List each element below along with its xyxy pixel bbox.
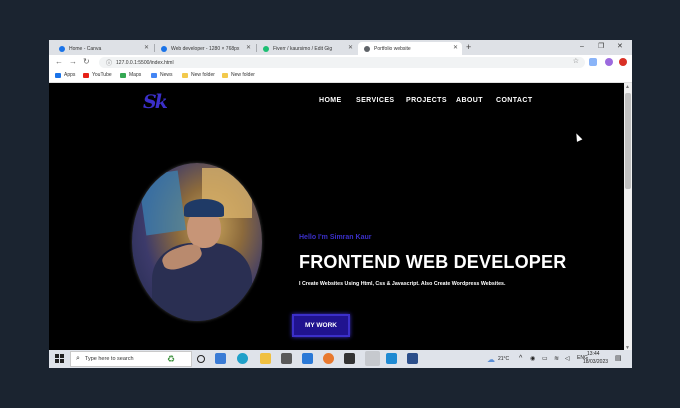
- maximize-icon[interactable]: ❐: [598, 42, 604, 52]
- firefox-icon[interactable]: [323, 353, 334, 364]
- back-icon[interactable]: ←: [55, 57, 63, 67]
- weather-cloud-icon[interactable]: ☁: [487, 355, 495, 364]
- address-bar: ← → ↻ ⓘ 127.0.0.1:5500/index.html ☆: [49, 55, 632, 70]
- new-tab-icon[interactable]: +: [466, 42, 471, 53]
- taskbar-search-input[interactable]: ⌕ Type here to search ♻: [70, 351, 192, 367]
- mail-icon[interactable]: [302, 353, 313, 364]
- close-tab-icon[interactable]: ✕: [246, 45, 251, 51]
- bookmark-apps[interactable]: Apps: [55, 72, 75, 78]
- close-tab-icon[interactable]: ✕: [348, 45, 353, 51]
- reload-icon[interactable]: ↻: [83, 57, 90, 67]
- bookmark-label: News: [160, 72, 173, 78]
- nav-home[interactable]: HOME: [319, 97, 342, 104]
- close-tab-icon[interactable]: ✕: [144, 45, 149, 51]
- info-icon[interactable]: ⓘ: [106, 58, 112, 67]
- notification-icon[interactable]: ▤: [615, 354, 622, 362]
- nav-about[interactable]: ABOUT: [456, 97, 483, 104]
- bookmark-label: YouTube: [92, 72, 112, 78]
- tab-bar: Home - Canva ✕ Web developer - 1280 × 76…: [49, 40, 632, 55]
- url-input[interactable]: ⓘ 127.0.0.1:5500/index.html ☆: [99, 57, 585, 68]
- nav-contact[interactable]: CONTACT: [496, 97, 533, 104]
- bookmark-star-icon[interactable]: ☆: [573, 57, 579, 65]
- site-logo[interactable]: Sk: [143, 91, 168, 113]
- store-icon[interactable]: [281, 353, 292, 364]
- bookmark-label: Apps: [64, 72, 76, 78]
- apps-grid-icon: [55, 72, 61, 78]
- tab-label: Portfolio website: [374, 45, 411, 52]
- volume-icon[interactable]: ◁: [565, 355, 570, 362]
- hero-subtitle: I Create Websites Using Html, Css & Java…: [299, 281, 506, 287]
- camera-icon[interactable]: [344, 353, 355, 364]
- battery-icon[interactable]: ▭: [542, 355, 548, 362]
- update-menu-icon[interactable]: [619, 58, 627, 66]
- mouse-cursor-icon: [573, 132, 583, 142]
- hero-headline: FRONTEND WEB DEVELOPER: [299, 252, 567, 272]
- youtube-icon: [83, 72, 89, 78]
- canva-favicon-icon: [59, 45, 65, 52]
- tab-label: Web developer - 1280 × 768px: [171, 45, 240, 52]
- maps-icon: [120, 72, 126, 78]
- bookmark-label: New folder: [191, 72, 215, 78]
- forward-icon[interactable]: →: [69, 57, 77, 67]
- bookmark-label: Maps: [129, 72, 142, 78]
- bookmark-youtube[interactable]: YouTube: [83, 72, 112, 78]
- file-explorer-icon[interactable]: [260, 353, 271, 364]
- profile-photo: [132, 163, 262, 321]
- search-icon: ⌕: [76, 355, 80, 362]
- close-window-icon[interactable]: ✕: [617, 42, 623, 52]
- tab-label: Home - Canva: [69, 45, 102, 52]
- wifi-icon[interactable]: ≋: [554, 355, 559, 362]
- tab-label: Fiverr / kaursimo / Edit Gig: [273, 45, 333, 52]
- page-scrollbar[interactable]: ▲ ▼: [624, 83, 632, 352]
- scroll-up-icon[interactable]: ▲: [625, 84, 630, 90]
- browser-window: Home - Canva ✕ Web developer - 1280 × 76…: [49, 40, 632, 352]
- media-icon[interactable]: [407, 353, 418, 364]
- weather-temp[interactable]: 21°C: [498, 356, 509, 362]
- windows-start-icon[interactable]: [55, 354, 65, 364]
- search-placeholder: Type here to search: [84, 356, 134, 362]
- hello-text: Hello I'm Simran Kaur: [299, 234, 372, 241]
- canva-favicon-icon: [161, 45, 167, 52]
- bookmark-label: New folder: [231, 72, 255, 78]
- bookmark-maps[interactable]: Maps: [120, 72, 141, 78]
- tab-fiverr[interactable]: Fiverr / kaursimo / Edit Gig ✕: [257, 42, 357, 55]
- tab-web-developer[interactable]: Web developer - 1280 × 768px ✕: [155, 42, 255, 55]
- task-view-icon[interactable]: [197, 355, 205, 363]
- minimize-icon[interactable]: –: [580, 42, 584, 52]
- url-text: 127.0.0.1:5500/index.html: [116, 59, 174, 66]
- folder-icon: [182, 72, 188, 78]
- news-icon: [151, 72, 157, 78]
- scroll-thumb[interactable]: [625, 93, 631, 189]
- chevron-up-icon[interactable]: ^: [519, 355, 522, 362]
- profile-avatar-icon[interactable]: [605, 58, 613, 66]
- nav-services[interactable]: SERVICES: [356, 97, 394, 104]
- nav-projects[interactable]: PROJECTS: [406, 97, 447, 104]
- clock-time[interactable]: 13:44: [587, 351, 600, 357]
- close-tab-icon[interactable]: ✕: [453, 45, 458, 51]
- globe-favicon-icon: [364, 45, 370, 52]
- bookmark-folder[interactable]: New folder: [182, 72, 215, 78]
- tab-canva[interactable]: Home - Canva ✕: [53, 42, 153, 55]
- bookmark-news[interactable]: News: [151, 72, 173, 78]
- portfolio-page: Sk HOME SERVICES PROJECTS ABOUT CONTACT …: [49, 83, 624, 352]
- edge-icon[interactable]: [237, 353, 248, 364]
- tab-portfolio[interactable]: Portfolio website ✕: [358, 42, 462, 55]
- recycle-icon: ♻: [166, 354, 175, 364]
- bookmarks-bar: Apps YouTube Maps News New folder New fo…: [49, 70, 632, 83]
- taskbar: ⌕ Type here to search ♻ ☁ 21°C ^ ◉ ▭ ≋ ◁…: [49, 350, 632, 368]
- vscode-icon[interactable]: [386, 353, 397, 364]
- bookmark-folder[interactable]: New folder: [222, 72, 255, 78]
- network-icon[interactable]: ◉: [530, 355, 535, 362]
- chrome-icon[interactable]: [365, 351, 380, 366]
- widgets-icon[interactable]: [215, 353, 226, 364]
- fiverr-favicon-icon: [263, 45, 269, 52]
- clock-date[interactable]: 18/03/2023: [583, 359, 608, 365]
- folder-icon: [222, 72, 228, 78]
- extension-icon[interactable]: [589, 58, 597, 66]
- my-work-button[interactable]: MY WORK: [292, 314, 350, 337]
